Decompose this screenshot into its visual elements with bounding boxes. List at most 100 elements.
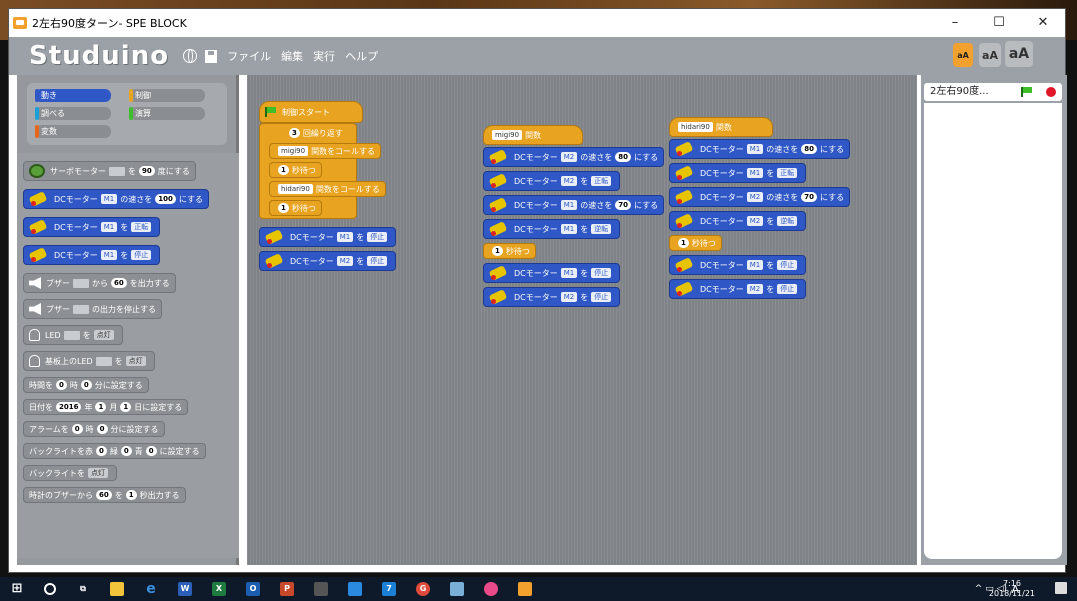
speed-input[interactable]: 80 [801, 144, 817, 154]
motor-port-dropdown[interactable]: M1 [336, 232, 354, 242]
dc-stop-block[interactable]: DCモーター M2 を 停止 [259, 251, 397, 271]
dc-state-block[interactable]: DCモーター M1 を停止 [669, 255, 807, 275]
dc-state-block[interactable]: DCモーター M2 を停止 [483, 287, 621, 307]
globe-icon[interactable] [183, 49, 198, 63]
windows-start-icon[interactable]: ⊞ [10, 582, 24, 596]
motor-port-dropdown[interactable]: M1 [746, 260, 764, 270]
backlight-color-block[interactable]: バックライトを赤 0 緑 0 青 0 に設定する [23, 443, 206, 459]
file-explorer-icon[interactable] [110, 582, 124, 596]
font-size-small-button[interactable]: aA [953, 43, 973, 67]
wait-block[interactable]: 1 秒待つ [269, 162, 322, 178]
wait-seconds-input[interactable]: 1 [492, 246, 503, 256]
powerpoint-icon[interactable]: P [280, 582, 294, 596]
tone-input[interactable]: 60 [111, 278, 127, 288]
excel-icon[interactable]: X [212, 582, 226, 596]
app-icon[interactable] [450, 582, 464, 596]
dc-speed-block[interactable]: DCモーター M1 の速さを 70 にする [483, 195, 665, 215]
dc-speed-block[interactable]: DCモーター M2 の速さを 80 にする [483, 147, 665, 167]
dc-rotate-block[interactable]: DCモーター M1 を 正転 [23, 217, 161, 237]
dc-state-block[interactable]: DCモーター M2 を停止 [669, 279, 807, 299]
state-dropdown[interactable]: 逆転 [591, 224, 612, 234]
wait-seconds-input[interactable]: 1 [278, 165, 289, 175]
led-state-dropdown[interactable]: 点灯 [93, 330, 114, 340]
speed-input[interactable]: 70 [615, 200, 631, 210]
motor-port-dropdown[interactable]: M2 [746, 216, 764, 226]
motor-port-dropdown[interactable]: M2 [336, 256, 354, 266]
dc-state-block[interactable]: DCモーター M1 を停止 [483, 263, 621, 283]
notification-icon[interactable] [1055, 582, 1067, 594]
menu-help[interactable]: ヘルプ [345, 48, 378, 64]
migi90-function-hat[interactable]: migi90 関数 [483, 125, 583, 145]
alarm-hour-input[interactable]: 0 [71, 424, 83, 434]
buzzer-stop-block[interactable]: ブザー の出力を停止する [23, 299, 162, 319]
task-view-icon[interactable]: ⧉ [76, 582, 90, 596]
speed-input[interactable]: 100 [155, 194, 176, 204]
state-dropdown[interactable]: 停止 [591, 268, 612, 278]
calendar-icon[interactable]: 7 [382, 582, 396, 596]
hour-input[interactable]: 0 [56, 380, 67, 390]
edge-icon[interactable]: e [144, 582, 158, 596]
red-input[interactable]: 0 [96, 446, 107, 456]
stop-dropdown[interactable]: 停止 [367, 232, 388, 242]
category-operators[interactable]: 演算 [129, 107, 205, 120]
state-dropdown[interactable]: 正転 [591, 176, 612, 186]
category-motion[interactable]: 動き [35, 89, 111, 102]
function-dropdown[interactable]: migi90 [278, 146, 309, 156]
motor-port-dropdown[interactable]: M1 [746, 144, 764, 154]
motor-port-dropdown[interactable]: M1 [560, 268, 578, 278]
dc-speed-block[interactable]: DCモーター M2 の速さを 70 にする [669, 187, 851, 207]
led-block[interactable]: LED を 点灯 [23, 325, 123, 345]
year-input[interactable]: 2016 [56, 402, 82, 412]
state-dropdown[interactable]: 逆転 [777, 216, 798, 226]
script-area[interactable]: 制御スタート 3 回繰り返す migi90 関数をコールする 1 秒待つ hid… [247, 75, 917, 565]
calculator-icon[interactable] [314, 582, 328, 596]
word-icon[interactable]: W [178, 582, 192, 596]
dc-stop-block[interactable]: DCモーター M1 を 停止 [23, 245, 161, 265]
category-sensing[interactable]: 調べる [35, 107, 111, 120]
board-led-dropdown[interactable] [95, 356, 112, 366]
motor-port-dropdown[interactable]: M1 [560, 224, 578, 234]
rotation-dropdown[interactable]: 正転 [131, 222, 152, 232]
call-hidari90-block[interactable]: hidari90 関数をコールする [269, 181, 386, 197]
chrome-icon[interactable]: G [416, 582, 430, 596]
call-migi90-block[interactable]: migi90 関数をコールする [269, 143, 382, 159]
close-button[interactable]: ✕ [1021, 9, 1065, 37]
dc-speed-block[interactable]: DCモーター M1 の速さを 100 にする [23, 189, 209, 209]
stop-dropdown[interactable]: 停止 [131, 250, 152, 260]
green-flag-icon[interactable] [1021, 87, 1033, 97]
buzzer-port-dropdown[interactable] [73, 304, 89, 314]
maximize-button[interactable]: ☐ [977, 9, 1021, 37]
board-led-block[interactable]: 基板上のLED を 点灯 [23, 351, 155, 371]
dc-speed-block[interactable]: DCモーター M1 の速さを 80 にする [669, 139, 851, 159]
minimize-button[interactable]: – [933, 9, 977, 37]
motor-port-dropdown[interactable]: M1 [746, 168, 764, 178]
paint-icon[interactable] [484, 582, 498, 596]
clock[interactable]: 7:16 2018/11/21 [989, 579, 1035, 599]
stop-icon[interactable] [1046, 87, 1056, 97]
green-input[interactable]: 0 [120, 446, 132, 456]
font-size-large-button[interactable]: aA [1005, 41, 1033, 67]
function-dropdown[interactable]: hidari90 [278, 184, 313, 194]
function-name-dropdown[interactable]: migi90 [492, 130, 523, 140]
motor-port-dropdown[interactable]: M1 [100, 250, 118, 260]
minute-input[interactable]: 0 [80, 380, 92, 390]
backlight-dropdown[interactable]: 点灯 [88, 468, 108, 478]
menu-edit[interactable]: 編集 [281, 48, 303, 64]
repeat-count-input[interactable]: 3 [289, 128, 300, 138]
day-input[interactable]: 1 [120, 402, 132, 412]
buzzer-block[interactable]: ブザー から 60 を出力する [23, 273, 176, 293]
wait-block[interactable]: 1 秒待つ [269, 200, 322, 216]
dc-state-block[interactable]: DCモーター M1 を正転 [669, 163, 807, 183]
function-name-dropdown[interactable]: hidari90 [678, 122, 713, 132]
buzzer-port-dropdown[interactable] [73, 278, 89, 288]
speed-input[interactable]: 80 [615, 152, 631, 162]
servo-angle-input[interactable]: 90 [139, 166, 155, 176]
category-control[interactable]: 制御 [129, 89, 205, 102]
stop-dropdown[interactable]: 停止 [367, 256, 388, 266]
clock-buzzer-block[interactable]: 時計のブザーから 60 を 1 秒出力する [23, 487, 186, 503]
motor-port-dropdown[interactable]: M2 [560, 176, 578, 186]
save-icon[interactable] [205, 49, 218, 63]
dc-stop-block[interactable]: DCモーター M1 を 停止 [259, 227, 397, 247]
state-dropdown[interactable]: 停止 [777, 284, 798, 294]
studuino-taskbar-icon[interactable] [518, 582, 532, 596]
